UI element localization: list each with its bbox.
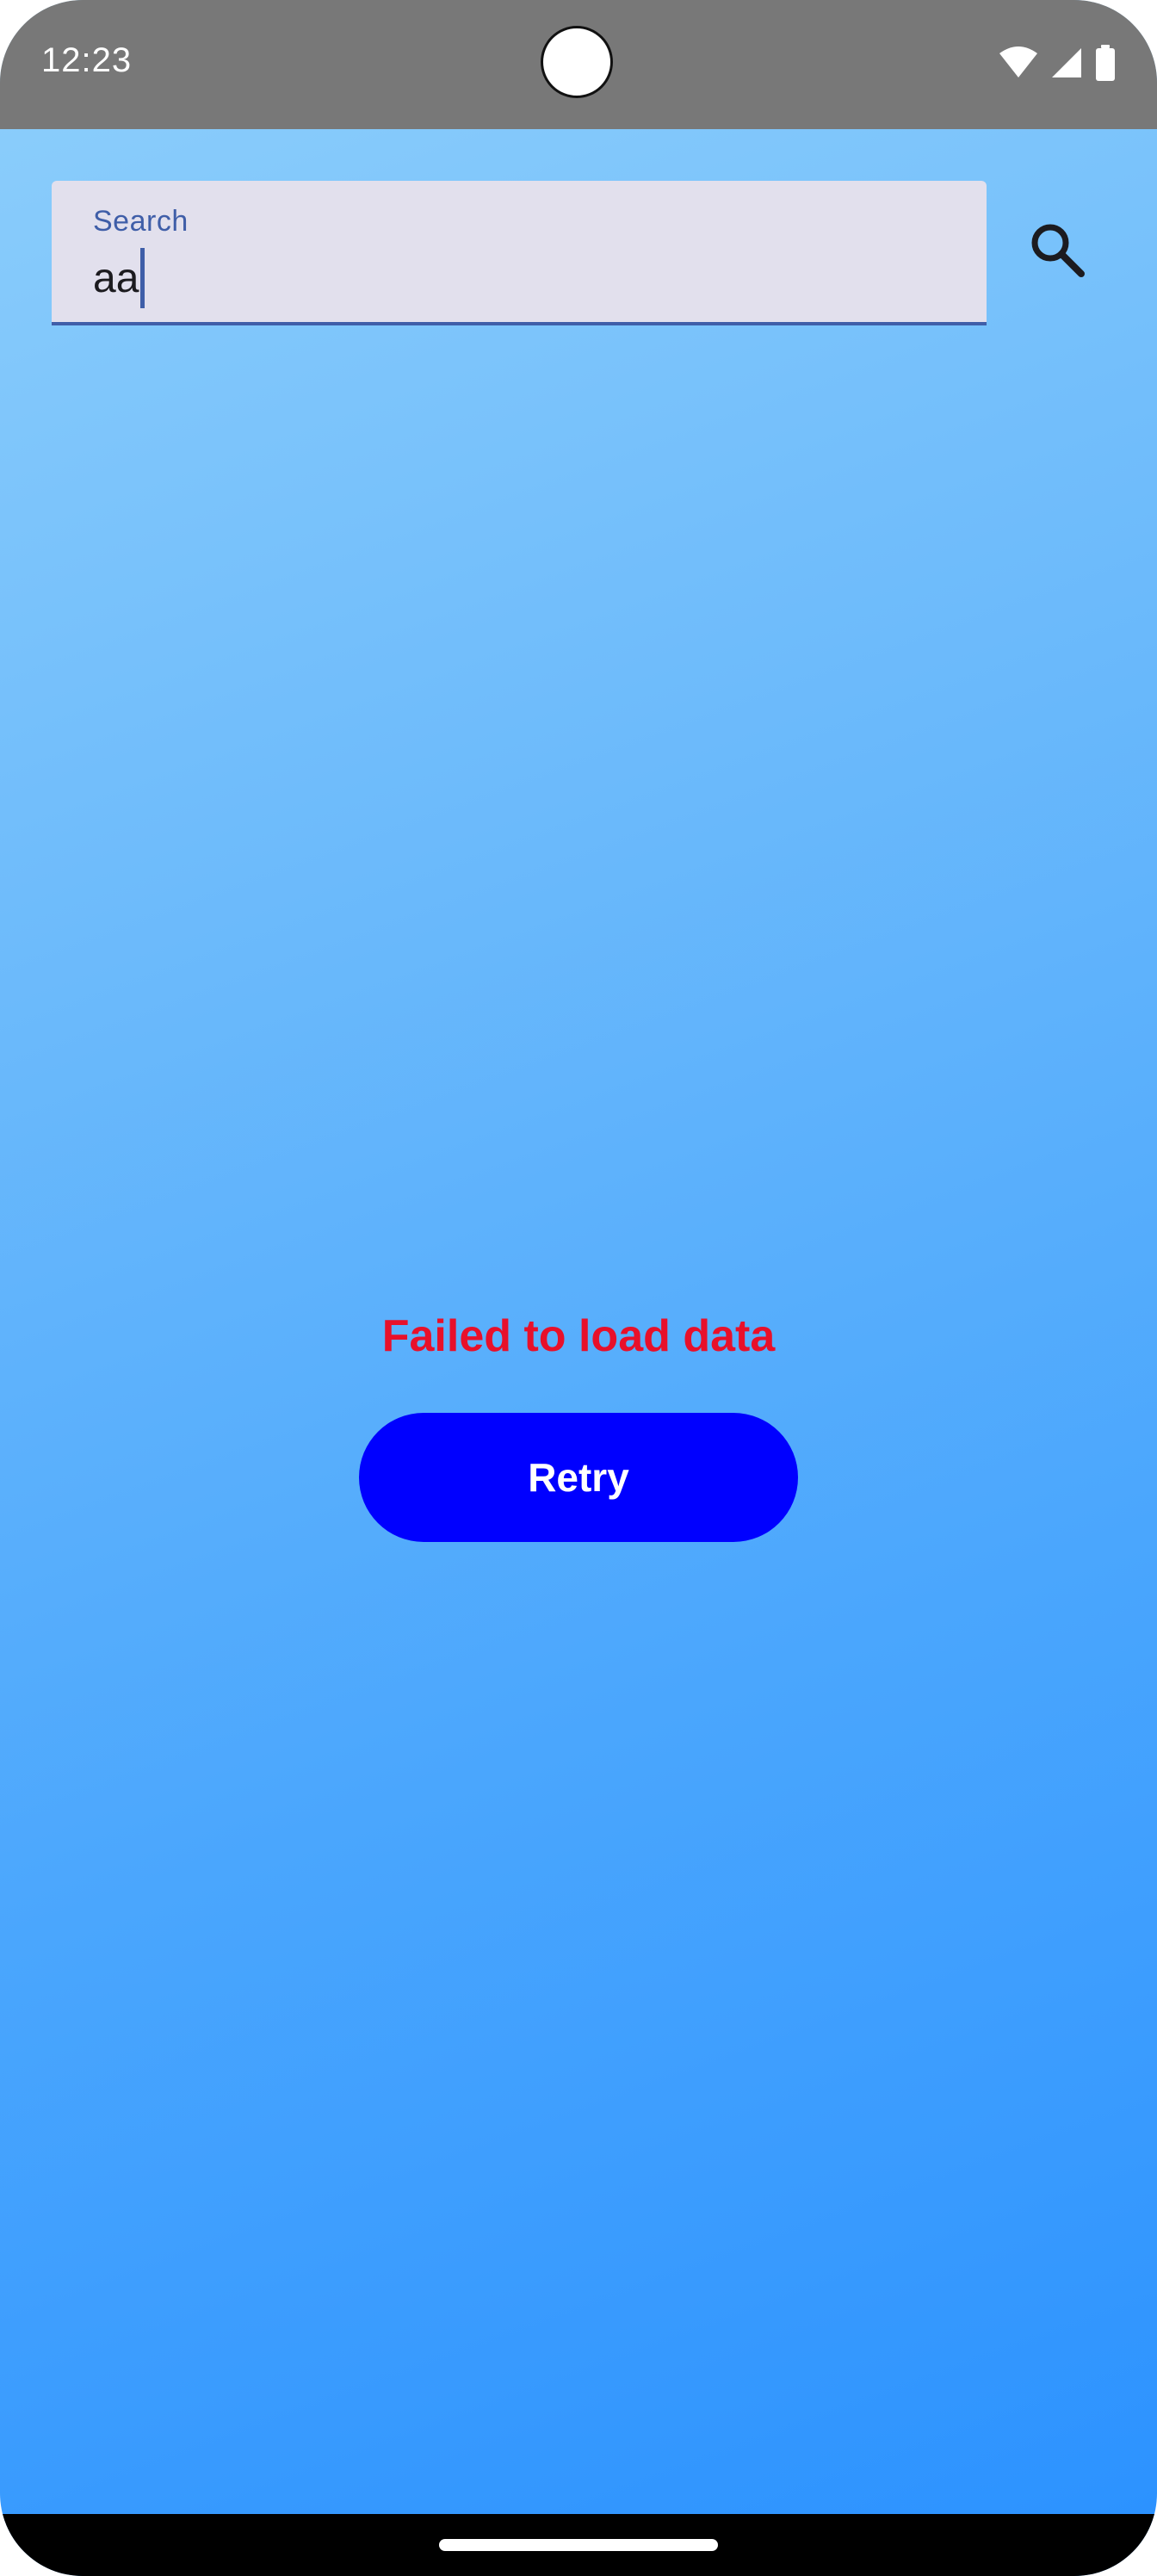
- error-message: Failed to load data: [381, 1311, 776, 1361]
- search-button[interactable]: [1016, 210, 1098, 293]
- retry-button[interactable]: Retry: [359, 1413, 798, 1542]
- battery-icon: [1095, 45, 1116, 81]
- home-gesture-handle[interactable]: [439, 2539, 718, 2551]
- front-camera-cutout: [541, 26, 613, 98]
- status-bar: 12:23: [0, 0, 1157, 129]
- search-icon: [1026, 219, 1088, 285]
- search-field-label: Search: [93, 205, 189, 238]
- status-time: 12:23: [41, 41, 133, 79]
- text-cursor: [140, 248, 145, 308]
- search-field[interactable]: Search aa: [52, 181, 987, 325]
- cellular-signal-icon: [1050, 46, 1083, 79]
- app-screen: 12:23 Search aa Failed to load data Retr…: [0, 0, 1157, 2576]
- search-input[interactable]: aa: [93, 248, 145, 308]
- status-icons: [999, 45, 1116, 81]
- search-input-text: aa: [93, 255, 139, 301]
- wifi-icon: [999, 46, 1038, 79]
